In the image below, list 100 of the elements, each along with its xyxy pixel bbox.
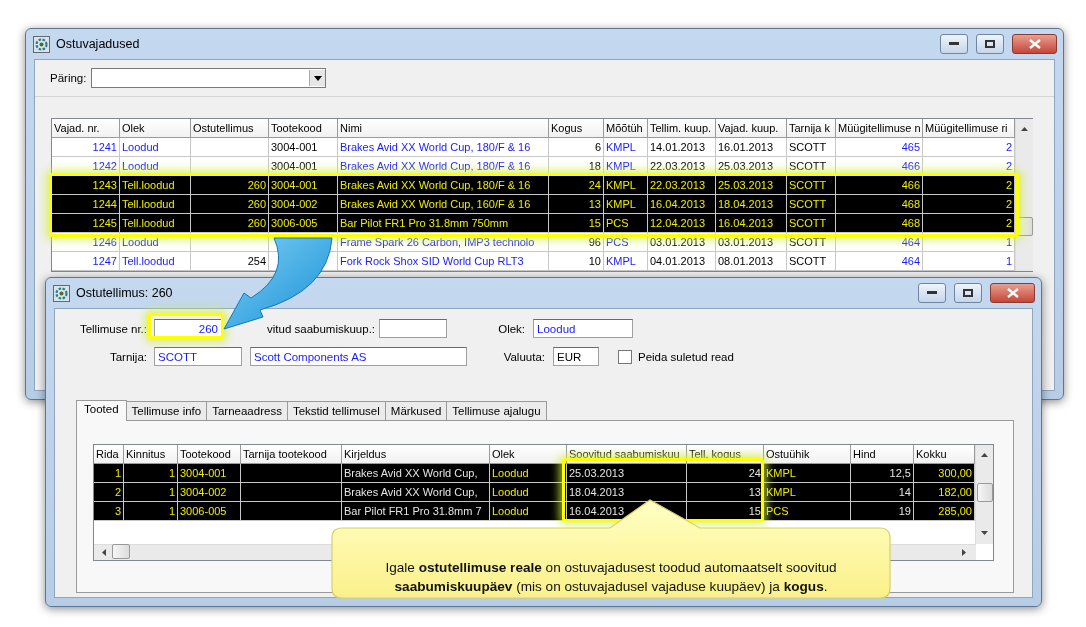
scrollbar[interactable]: [1015, 119, 1033, 271]
table-cell: 16.01.2013: [716, 138, 787, 157]
table-cell: PCS: [604, 233, 648, 252]
status-field[interactable]: Loodud: [533, 319, 634, 338]
table-cell: SCOTT: [787, 138, 836, 157]
scroll-right-icon: [961, 549, 966, 556]
table-row[interactable]: 1244 Tell.loodud 260 3004-002 Brakes Avid XX World Cup, 160/F & 16 13 KMPL 16.04.2013 18.04.2013 SCOTT 468 2: [52, 195, 1015, 214]
table-cell: 96: [549, 233, 604, 252]
table-cell: 3004-001: [269, 138, 338, 157]
table-cell: 16.04.2013: [716, 214, 787, 233]
table-cell: 3006-005: [269, 214, 338, 233]
checkbox[interactable]: [618, 349, 632, 364]
column-header[interactable]: Hind: [851, 445, 914, 464]
minimize-icon: [949, 42, 959, 46]
table-row[interactable]: 1245 Tell.loodud 260 3006-005 Bar Pilot FR1 Pro 31.8mm 750mm 15 PCS 12.04.2013 16.04.2013 SCOTT 468 2: [52, 214, 1015, 233]
column-header[interactable]: Nimi: [338, 119, 549, 138]
tab[interactable]: Tekstid tellimusel: [286, 401, 386, 421]
column-header[interactable]: Olek: [490, 445, 567, 464]
table-cell: Tell.loodud: [120, 252, 191, 271]
checkbox-label: Peida suletud read: [638, 350, 734, 363]
supplier-name-field[interactable]: Scott Components AS: [250, 347, 467, 366]
table-cell: 19: [851, 502, 914, 521]
column-header[interactable]: Vajad. kuup.: [716, 119, 787, 138]
tab[interactable]: Märkused: [384, 401, 448, 421]
table-cell: 464: [836, 233, 923, 252]
table-cell: Loodud: [120, 138, 191, 157]
table-row[interactable]: 3 1 3006-005 Bar Pilot FR1 Pro 31.8mm 7 Loodud 16.04.2013 15 PCS 19 285,00: [94, 502, 975, 521]
table-cell: PCS: [604, 214, 648, 233]
arrival-date-field[interactable]: [379, 319, 448, 338]
close-button[interactable]: [1012, 34, 1057, 54]
scroll-left-icon: [101, 549, 106, 556]
column-header[interactable]: Rida: [94, 445, 124, 464]
window-title: Ostutellimus: 260: [76, 286, 173, 300]
table-cell: KMPL: [604, 252, 648, 271]
table-cell: Bar Pilot FR1 Pro 31.8mm 750mm: [338, 214, 549, 233]
column-header[interactable]: Tarnija tootekood: [241, 445, 342, 464]
table-cell: 1247: [52, 252, 120, 271]
maximize-icon: [985, 40, 995, 48]
window-title: Ostuvajadused: [56, 37, 140, 51]
column-header[interactable]: Ostuühik: [764, 445, 851, 464]
scroll-up-icon: [1021, 126, 1028, 131]
column-header[interactable]: Kinnitus: [124, 445, 178, 464]
column-header[interactable]: Müügitellimuse n: [836, 119, 923, 138]
tab[interactable]: Tooted: [76, 400, 127, 421]
table-row[interactable]: 2 1 3004-002 Brakes Avid XX World Cup, Loodud 18.04.2013 13 KMPL 14 182,00: [94, 483, 975, 502]
app-icon: [33, 35, 50, 53]
table-cell: 12.04.2013: [648, 214, 716, 233]
table-cell: Frame Spark 26 Carbon, IMP3 technolo: [338, 233, 549, 252]
table-cell: 468: [836, 214, 923, 233]
table-row[interactable]: 1243 Tell.loodud 260 3004-001 Brakes Avid XX World Cup, 180/F & 16 24 KMPL 22.03.2013 25.03.2013 SCOTT 466 2: [52, 176, 1015, 195]
table-cell: 1241: [52, 138, 120, 157]
table-cell: 14.01.2013: [648, 138, 716, 157]
column-header[interactable]: Tootekood: [178, 445, 241, 464]
column-header[interactable]: Tootekood: [269, 119, 338, 138]
maximize-button[interactable]: [954, 283, 982, 303]
table-cell: Bar Pilot FR1 Pro 31.8mm 7: [342, 502, 490, 521]
table-cell: SCOTT: [787, 233, 836, 252]
scrollbar-thumb[interactable]: [977, 483, 993, 502]
tab[interactable]: Tarneaadress: [206, 401, 288, 421]
column-header[interactable]: Kogus: [549, 119, 604, 138]
table-cell: 1245: [52, 214, 120, 233]
app-icon: [53, 284, 70, 302]
table-cell: 15: [549, 214, 604, 233]
table-cell: PCS: [764, 502, 851, 521]
table-cell: 04.01.2013: [648, 252, 716, 271]
column-header[interactable]: Kirjeldus: [342, 445, 490, 464]
maximize-button[interactable]: [976, 34, 1004, 54]
column-header[interactable]: Tarnija k: [787, 119, 836, 138]
scrollbar[interactable]: [975, 445, 993, 544]
currency-field[interactable]: EUR: [553, 347, 599, 366]
field-label: Päring:: [50, 72, 87, 84]
table-cell: Fork Rock Shox SID World Cup RLT3: [338, 252, 549, 271]
close-button[interactable]: [990, 283, 1035, 303]
column-header[interactable]: Mõõtüh: [604, 119, 648, 138]
minimize-button[interactable]: [940, 34, 968, 54]
supplier-code-field[interactable]: SCOTT: [154, 347, 242, 366]
field-label: Olek:: [497, 322, 526, 335]
column-header[interactable]: Müügitellimuse ri: [923, 119, 1015, 138]
dropdown-arrow-icon: [313, 75, 322, 81]
column-header[interactable]: Vajad. nr.: [52, 119, 120, 138]
minimize-button[interactable]: [918, 283, 946, 303]
scroll-down-icon: [981, 530, 988, 535]
table-cell: Brakes Avid XX World Cup, 180/F & 16: [338, 138, 549, 157]
table-row[interactable]: 1 1 3004-001 Brakes Avid XX World Cup, Loodud 25.03.2013 24 KMPL 12,5 300,00: [94, 464, 975, 483]
column-header[interactable]: Ostutellimus: [191, 119, 269, 138]
column-header[interactable]: Kokku: [914, 445, 975, 464]
close-icon: [1006, 288, 1019, 298]
query-dropdown[interactable]: [91, 68, 327, 88]
field-label: Valuuta:: [502, 350, 545, 363]
table-cell: 10: [549, 252, 604, 271]
table-cell: KMPL: [604, 138, 648, 157]
scrollbar-thumb[interactable]: [112, 544, 130, 559]
tab[interactable]: Tellimuse info: [125, 401, 208, 421]
table-row[interactable]: 1241 Loodud 3004-001 Brakes Avid XX World Cup, 180/F & 16 6 KMPL 14.01.2013 16.01.2013 SCOTT 465 2: [52, 138, 1015, 157]
table-cell: 1: [124, 502, 178, 521]
table-cell: 6: [549, 138, 604, 157]
tab[interactable]: Tellimuse ajalugu: [446, 401, 547, 421]
column-header[interactable]: Tellim. kuup.: [648, 119, 716, 138]
field-label: vitud saabumiskuup.:: [267, 322, 376, 335]
column-header[interactable]: Olek: [120, 119, 191, 138]
